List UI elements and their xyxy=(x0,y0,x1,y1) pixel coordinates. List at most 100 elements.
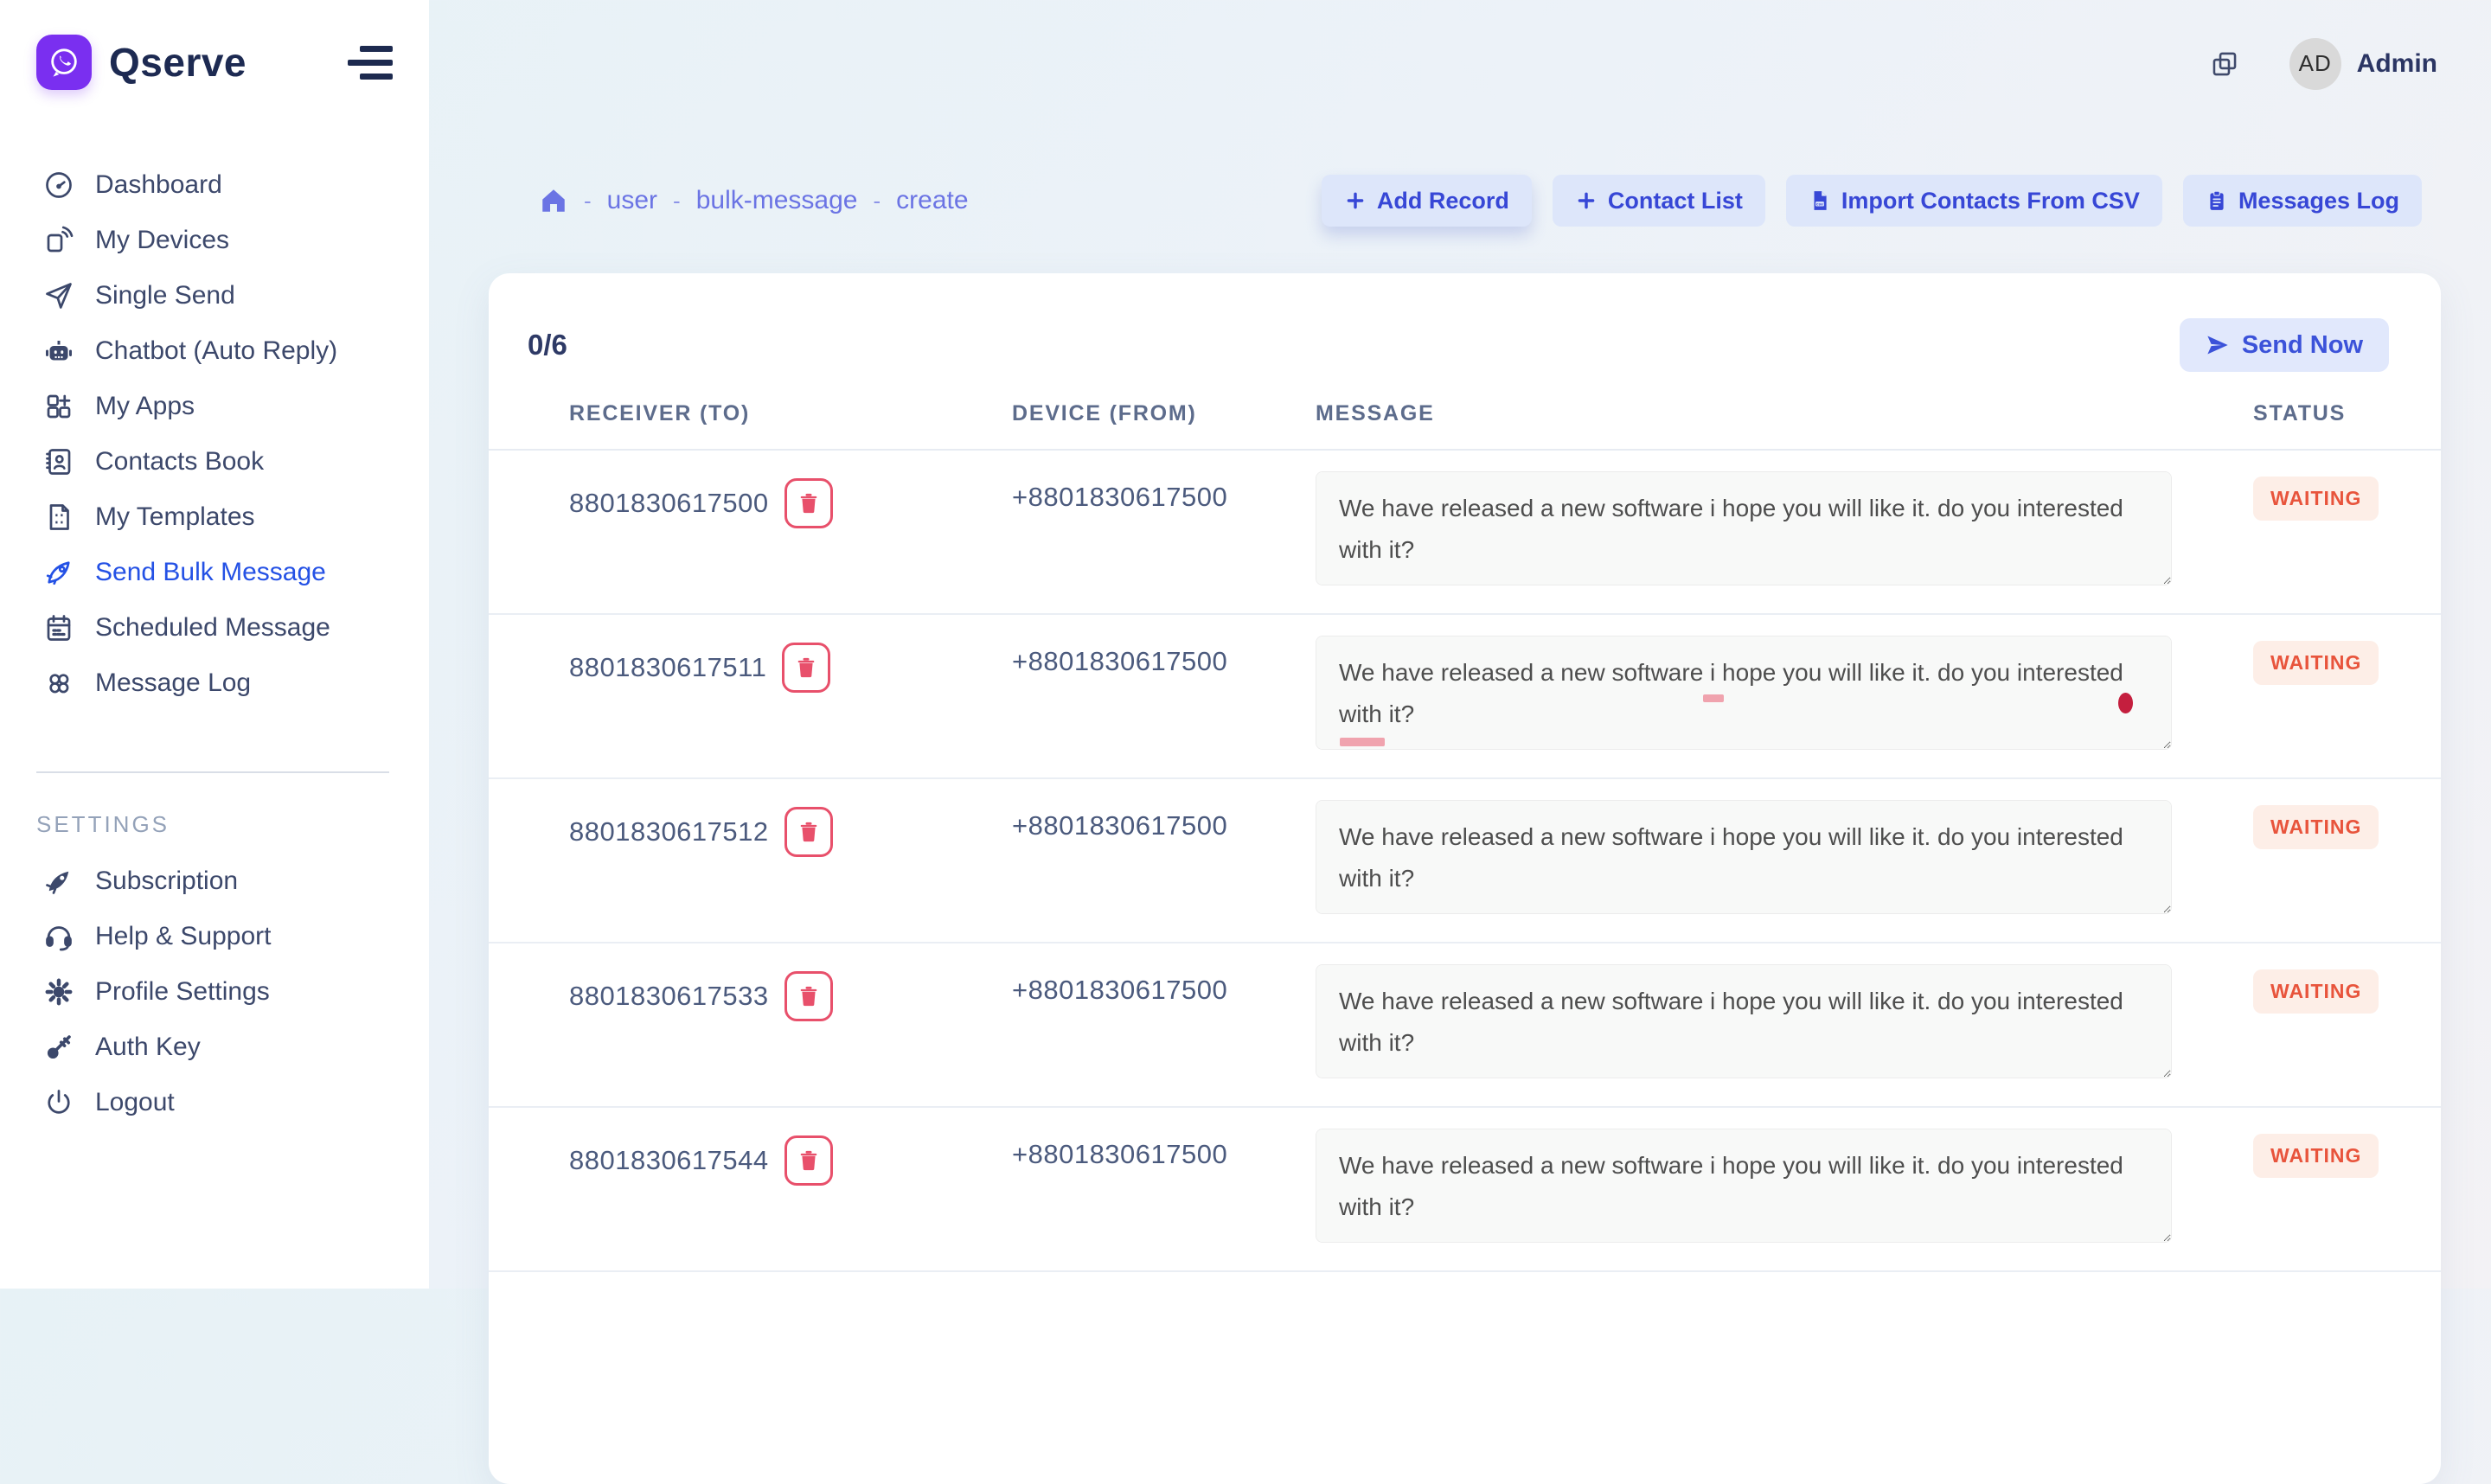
sidebar-item-label: My Apps xyxy=(95,392,195,421)
trash-icon xyxy=(797,984,821,1008)
sidebar-item-label: Single Send xyxy=(95,281,235,310)
table-row: 8801830617500 +8801830617500 We have rel… xyxy=(489,451,2441,615)
trash-icon xyxy=(797,820,821,844)
button-label: Add Record xyxy=(1377,188,1509,214)
sidebar-item-label: Dashboard xyxy=(95,170,222,200)
message-textarea[interactable]: We have released a new software i hope y… xyxy=(1316,1129,2172,1243)
sidebar-item-my-apps[interactable]: My Apps xyxy=(0,379,429,434)
sidebar-item-label: Help & Support xyxy=(95,922,271,951)
sidebar-item-chatbot[interactable]: Chatbot (Auto Reply) xyxy=(0,323,429,379)
device-number: +8801830617500 xyxy=(1012,975,1316,1006)
apps-grid-plus-icon xyxy=(43,391,74,422)
sidebar-item-single-send[interactable]: Single Send xyxy=(0,268,429,323)
sidebar-item-label: Logout xyxy=(95,1088,175,1117)
sidebar-item-label: Profile Settings xyxy=(95,977,270,1007)
device-number: +8801830617500 xyxy=(1012,1139,1316,1170)
breadcrumb-separator: - xyxy=(584,188,592,214)
paper-plane-icon xyxy=(43,280,74,311)
trash-icon xyxy=(797,491,821,515)
device-signal-icon xyxy=(43,225,74,256)
status-badge: WAITING xyxy=(2253,969,2379,1014)
col-header-receiver: RECEIVER (TO) xyxy=(569,401,1012,426)
key-icon xyxy=(43,1032,74,1063)
import-contacts-csv-button[interactable]: csv Import Contacts From CSV xyxy=(1786,175,2162,227)
messages-log-button[interactable]: Messages Log xyxy=(2183,175,2422,227)
home-icon[interactable] xyxy=(539,186,568,215)
status-badge: WAITING xyxy=(2253,641,2379,685)
trash-icon xyxy=(797,1148,821,1173)
breadcrumb-segment-bulk-message[interactable]: bulk-message xyxy=(696,186,858,215)
calendar-icon xyxy=(43,612,74,643)
status-badge: WAITING xyxy=(2253,805,2379,849)
sidebar-item-label: Auth Key xyxy=(95,1033,201,1062)
receiver-number: 8801830617512 xyxy=(569,816,769,848)
sidebar-item-subscription[interactable]: Subscription xyxy=(0,854,429,909)
hamburger-menu-icon[interactable] xyxy=(348,46,393,80)
sidebar: Qserve Dashboard My Devices Single Send … xyxy=(0,0,429,1289)
sidebar-item-my-devices[interactable]: My Devices xyxy=(0,213,429,268)
table-header-row: RECEIVER (TO) DEVICE (FROM) MESSAGE STAT… xyxy=(489,401,2441,451)
message-log-icon xyxy=(43,668,74,699)
headset-icon xyxy=(43,921,74,952)
button-label: Contact List xyxy=(1608,188,1743,214)
document-template-icon xyxy=(43,502,74,533)
sidebar-item-scheduled-message[interactable]: Scheduled Message xyxy=(0,600,429,656)
sidebar-settings-nav: Subscription Help & Support Profile Sett… xyxy=(0,854,429,1130)
sidebar-item-label: Send Bulk Message xyxy=(95,558,326,587)
table-row: 8801830617512 +8801830617500 We have rel… xyxy=(489,779,2441,943)
dashboard-gauge-icon xyxy=(43,170,74,201)
copy-icon[interactable] xyxy=(2210,49,2239,79)
device-number: +8801830617500 xyxy=(1012,646,1316,677)
table-row: 8801830617533 +8801830617500 We have rel… xyxy=(489,943,2441,1108)
sidebar-item-profile-settings[interactable]: Profile Settings xyxy=(0,964,429,1020)
col-header-message: MESSAGE xyxy=(1316,401,2253,426)
add-record-button[interactable]: Add Record xyxy=(1322,175,1532,227)
receiver-number: 8801830617544 xyxy=(569,1145,769,1176)
power-icon xyxy=(43,1087,74,1118)
sidebar-item-label: My Templates xyxy=(95,502,255,532)
sidebar-item-contacts-book[interactable]: Contacts Book xyxy=(0,434,429,489)
topbar: AD Admin xyxy=(429,0,2491,127)
contact-list-button[interactable]: Contact List xyxy=(1553,175,1765,227)
trash-icon xyxy=(794,656,818,680)
receiver-number: 8801830617533 xyxy=(569,981,769,1012)
breadcrumb-segment-user[interactable]: user xyxy=(607,186,657,215)
csv-file-icon: csv xyxy=(1809,189,1831,212)
plus-icon xyxy=(1344,189,1367,212)
sidebar-item-label: Message Log xyxy=(95,668,251,698)
robot-icon xyxy=(43,336,74,367)
sidebar-item-dashboard[interactable]: Dashboard xyxy=(0,157,429,213)
receiver-number: 8801830617500 xyxy=(569,488,769,519)
sidebar-item-auth-key[interactable]: Auth Key xyxy=(0,1020,429,1075)
message-textarea[interactable]: We have released a new software i hope y… xyxy=(1316,471,2172,585)
message-textarea[interactable]: We have released a new software i hope y… xyxy=(1316,800,2172,914)
avatar[interactable]: AD xyxy=(2289,38,2341,90)
settings-section-title: SETTINGS xyxy=(36,811,429,838)
svg-text:csv: csv xyxy=(1816,202,1823,207)
delete-row-button[interactable] xyxy=(782,643,830,693)
breadcrumb-segment-create[interactable]: create xyxy=(896,186,968,215)
whatsapp-logo-icon xyxy=(36,35,92,90)
sidebar-item-my-templates[interactable]: My Templates xyxy=(0,489,429,545)
sidebar-item-send-bulk-message[interactable]: Send Bulk Message xyxy=(0,545,429,600)
message-textarea[interactable]: We have released a new software i hope y… xyxy=(1316,636,2172,750)
main-content: - user - bulk-message - create Add Recor… xyxy=(429,127,2491,1484)
sidebar-item-label: My Devices xyxy=(95,226,229,255)
sidebar-item-message-log[interactable]: Message Log xyxy=(0,656,429,711)
rocket-filled-icon xyxy=(43,866,74,897)
send-now-button[interactable]: Send Now xyxy=(2180,318,2389,372)
delete-row-button[interactable] xyxy=(784,971,833,1021)
col-header-status: STATUS xyxy=(2253,401,2389,426)
breadcrumb-actions-row: - user - bulk-message - create Add Recor… xyxy=(429,127,2491,227)
delete-row-button[interactable] xyxy=(784,478,833,528)
plus-icon xyxy=(1575,189,1598,212)
admin-label[interactable]: Admin xyxy=(2357,49,2437,79)
send-plane-icon xyxy=(2206,333,2230,357)
delete-row-button[interactable] xyxy=(784,1135,833,1186)
sidebar-item-help-support[interactable]: Help & Support xyxy=(0,909,429,964)
button-label: Send Now xyxy=(2242,331,2363,360)
message-textarea[interactable]: We have released a new software i hope y… xyxy=(1316,964,2172,1078)
gear-icon xyxy=(43,976,74,1007)
sidebar-item-logout[interactable]: Logout xyxy=(0,1075,429,1130)
delete-row-button[interactable] xyxy=(784,807,833,857)
